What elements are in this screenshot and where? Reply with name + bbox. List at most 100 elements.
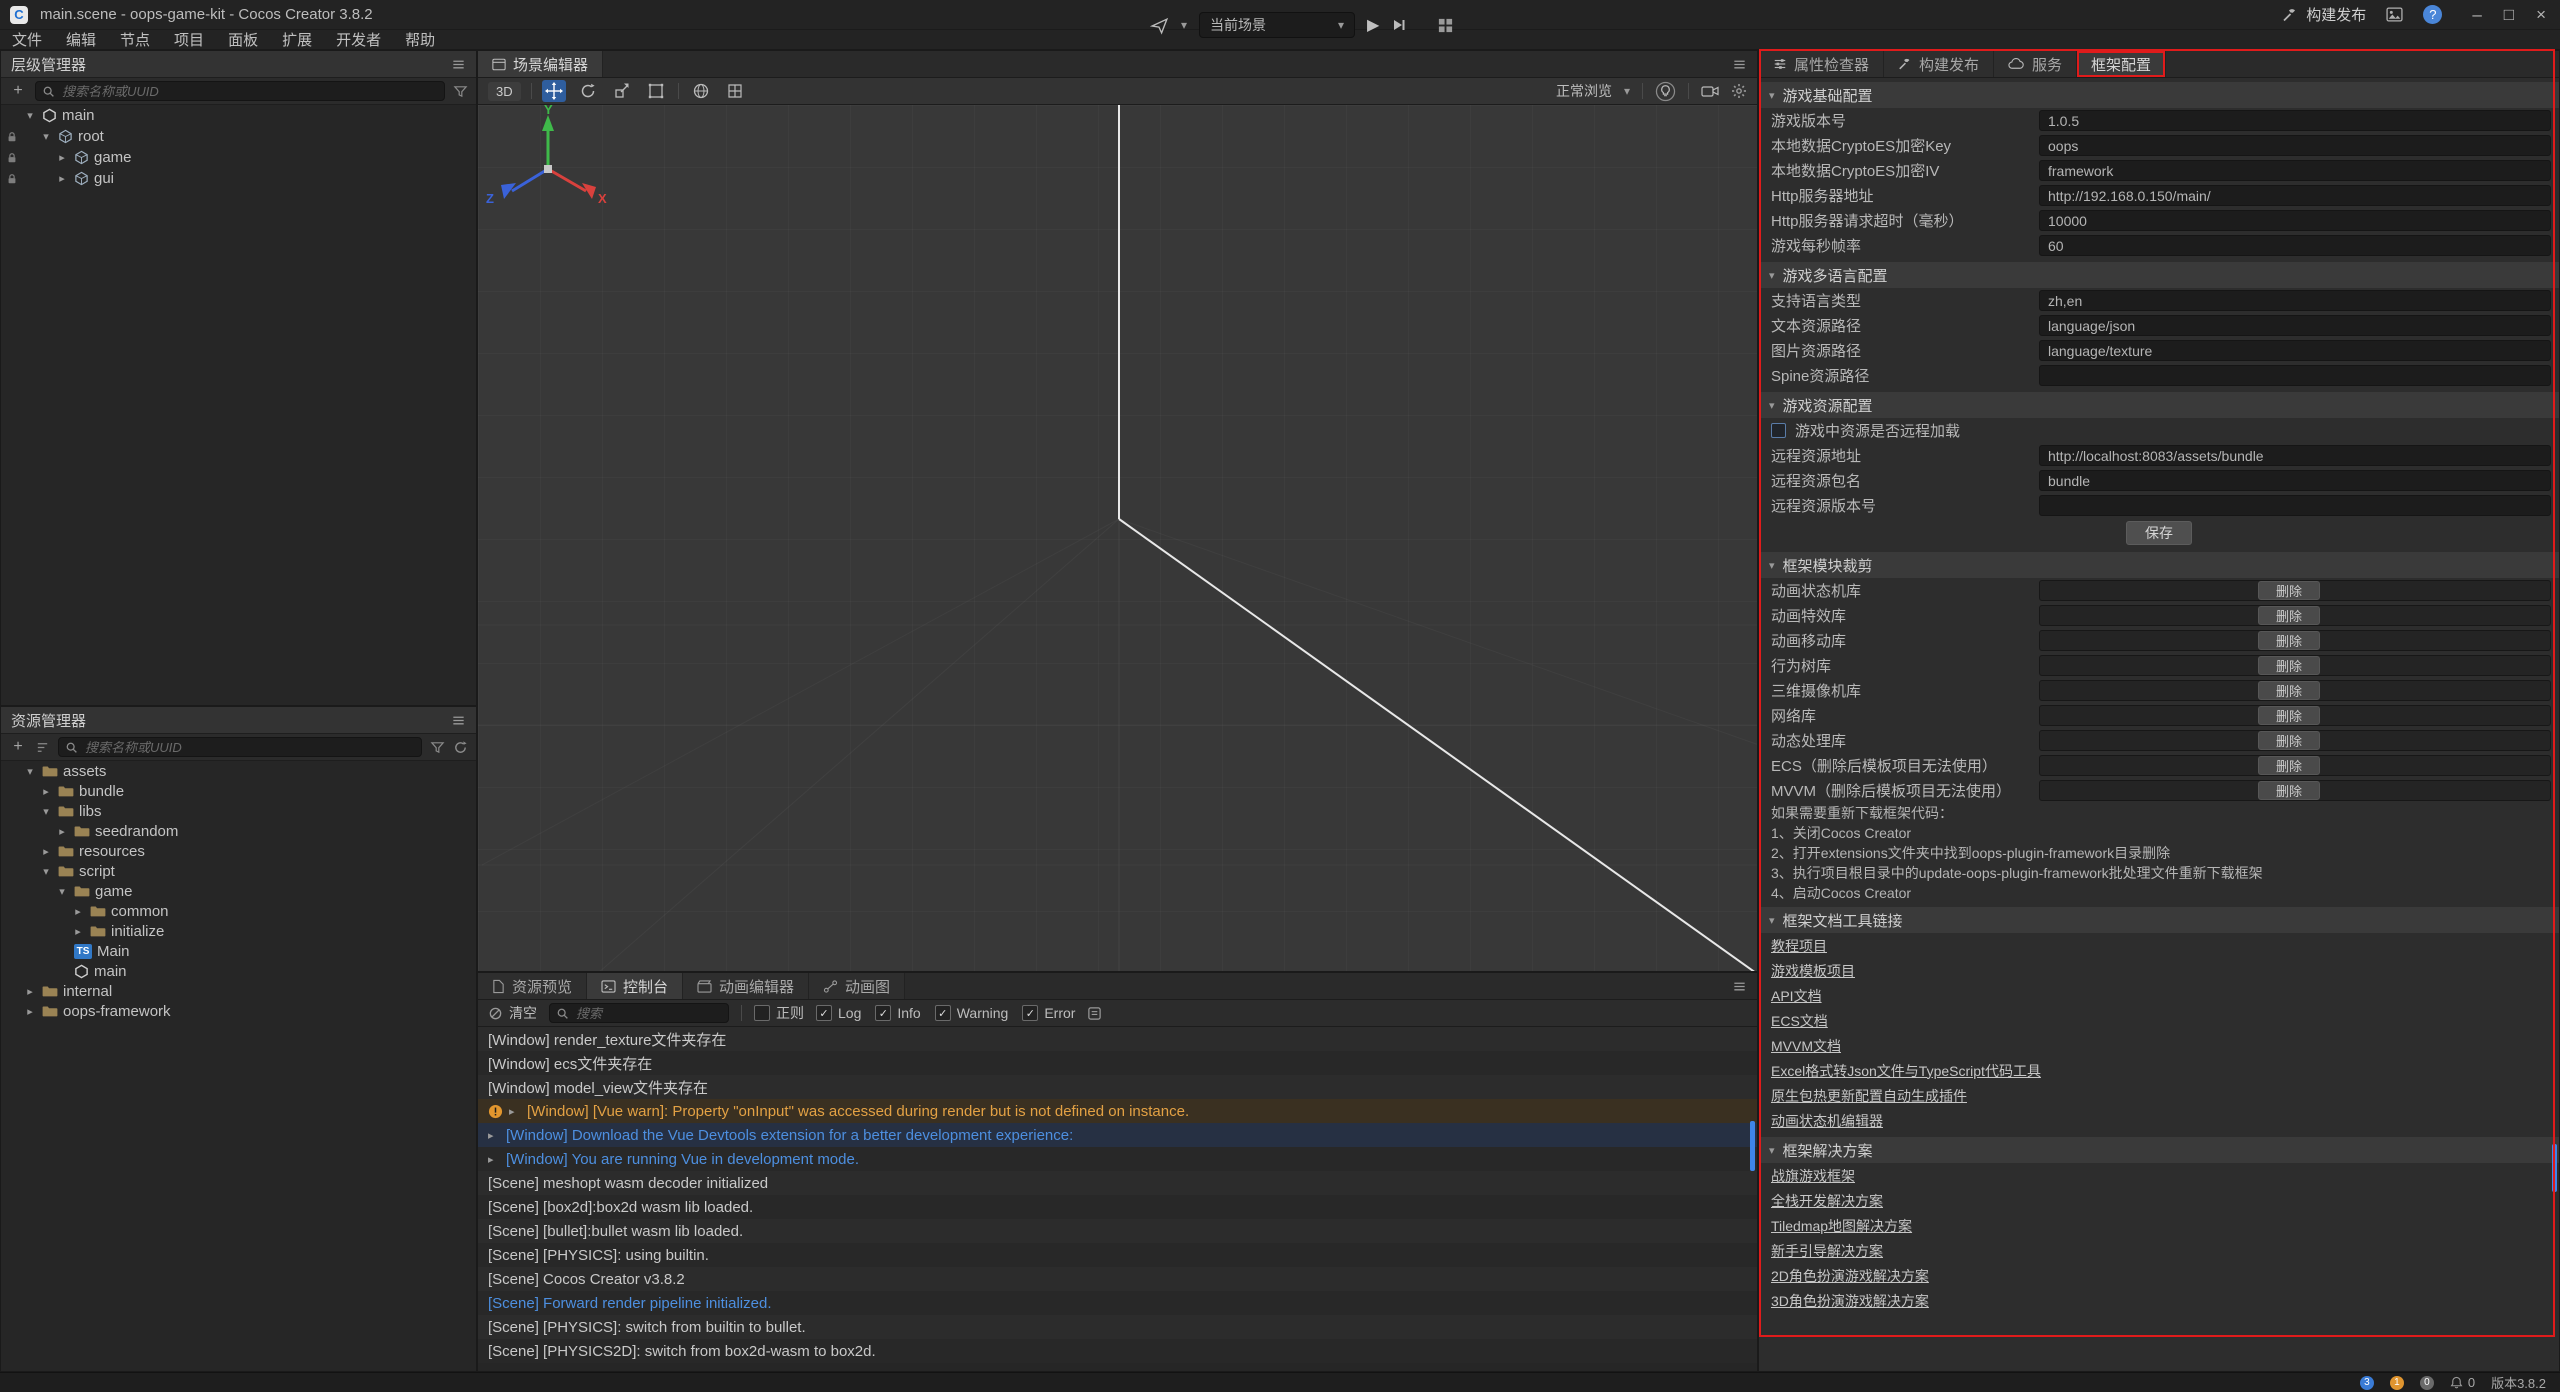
close-button[interactable]: × [2536,5,2546,25]
tab-构建发布[interactable]: 构建发布 [1884,51,1994,77]
tree-item-oops-framework[interactable]: ▸oops-framework [1,1001,476,1021]
tree-item-resources[interactable]: ▸resources [1,841,476,861]
console-scrollbar-thumb[interactable] [1750,1121,1755,1171]
camera-settings-icon[interactable] [1701,84,1719,98]
console-row[interactable]: [Scene] [box2d]:box2d wasm lib loaded. [478,1195,1757,1219]
console-settings-icon[interactable] [1087,1006,1102,1021]
simulator-icon[interactable] [1150,16,1169,35]
section-游戏基础配置[interactable]: ▾游戏基础配置 [1759,82,2559,108]
view-mode-dropdown[interactable]: 正常浏览 [1556,81,1612,101]
remote-load-checkbox[interactable] [1771,423,1786,438]
caret-closed-icon[interactable]: ▸ [71,925,85,938]
caret-closed-icon[interactable]: ▸ [71,905,85,918]
doc-link-动画状态机编辑器[interactable]: 动画状态机编辑器 [1771,1111,1883,1131]
section-游戏资源配置[interactable]: ▾游戏资源配置 [1759,392,2559,418]
input-远程资源版本号[interactable] [2039,495,2551,516]
add-node-button[interactable]: + [9,82,27,100]
caret-open-icon[interactable]: ▾ [39,865,53,878]
expand-arrow-icon[interactable]: ▸ [509,1105,521,1118]
notification-badge[interactable]: 0 [2450,1375,2475,1390]
input-游戏版本号[interactable] [2039,110,2551,131]
error-count-badge[interactable]: 0 [2420,1376,2434,1390]
console-row[interactable]: ▸[Window] You are running Vue in develop… [478,1147,1757,1171]
input-支持语言类型[interactable] [2039,290,2551,311]
tree-item-bundle[interactable]: ▸bundle [1,781,476,801]
play-button[interactable]: ▶ [1367,15,1379,35]
delete-button[interactable]: 删除 [2258,631,2320,650]
caret-open-icon[interactable]: ▾ [23,109,37,122]
expand-arrow-icon[interactable]: ▸ [488,1153,500,1166]
console-row[interactable]: [Scene] [PHYSICS]: switch from builtin t… [478,1315,1757,1339]
caret-closed-icon[interactable]: ▸ [39,785,53,798]
world-space-button[interactable] [689,80,713,102]
doc-link-Tiledmap地图解决方案[interactable]: Tiledmap地图解决方案 [1771,1216,1912,1236]
menu-节点[interactable]: 节点 [108,30,162,50]
hierarchy-search-input[interactable] [60,83,438,100]
delete-button[interactable]: 删除 [2258,656,2320,675]
tree-item-seedrandom[interactable]: ▸seedrandom [1,821,476,841]
assets-filter-icon[interactable] [430,740,445,755]
caret-open-icon[interactable]: ▾ [23,765,37,778]
console-row[interactable]: ▸[Window] Download the Vue Devtools exte… [478,1123,1757,1147]
doc-link-MVVM文档[interactable]: MVVM文档 [1771,1036,1841,1056]
caret-open-icon[interactable]: ▾ [39,130,53,143]
caret-closed-icon[interactable]: ▸ [55,151,69,164]
regex-toggle[interactable]: 正则 [754,1003,804,1023]
tab-框架配置[interactable]: 框架配置 [2077,51,2166,77]
menu-开发者[interactable]: 开发者 [324,30,393,50]
tree-item-assets[interactable]: ▾assets [1,761,476,781]
doc-link-3D角色扮演游戏解决方案[interactable]: 3D角色扮演游戏解决方案 [1771,1291,1929,1311]
tab-控制台[interactable]: 控制台 [587,973,683,999]
tab-动画图[interactable]: 动画图 [809,973,905,999]
menu-帮助[interactable]: 帮助 [393,30,447,50]
inspector-scrollbar-thumb[interactable] [2552,1144,2557,1192]
console-row[interactable]: [Scene] [PHYSICS]: using builtin. [478,1243,1757,1267]
assets-sort-icon[interactable] [35,740,50,755]
delete-button[interactable]: 删除 [2258,731,2320,750]
tree-item-main[interactable]: main [1,961,476,981]
section-游戏多语言配置[interactable]: ▾游戏多语言配置 [1759,262,2559,288]
assets-search-input[interactable] [83,739,415,756]
help-icon[interactable]: ? [2423,5,2442,24]
caret-open-icon[interactable]: ▾ [39,805,53,818]
input-游戏每秒帧率[interactable] [2039,235,2551,256]
input-图片资源路径[interactable] [2039,340,2551,361]
console-menu-icon[interactable] [1732,979,1747,994]
doc-link-API文档[interactable]: API文档 [1771,986,1822,1006]
menu-项目[interactable]: 项目 [162,30,216,50]
filter-Log[interactable]: ✓Log [816,1005,861,1021]
log-count-badge[interactable]: 3 [2360,1376,2374,1390]
menu-文件[interactable]: 文件 [0,30,54,50]
menu-编辑[interactable]: 编辑 [54,30,108,50]
input-本地数据CryptoES加密Key[interactable] [2039,135,2551,156]
scene-menu-icon[interactable] [1732,57,1747,72]
tree-item-Main[interactable]: TSMain [1,941,476,961]
console-row[interactable]: [Window] ecs文件夹存在 [478,1051,1757,1075]
tree-item-libs[interactable]: ▾libs [1,801,476,821]
delete-button[interactable]: 删除 [2258,781,2320,800]
input-Http服务器请求超时（毫秒）[interactable] [2039,210,2551,231]
section-框架模块裁剪[interactable]: ▾框架模块裁剪 [1759,552,2559,578]
doc-link-战旗游戏框架[interactable]: 战旗游戏框架 [1771,1166,1855,1186]
console-row[interactable]: [Scene] Cocos Creator v3.8.2 [478,1267,1757,1291]
rotate-tool-button[interactable] [576,80,600,102]
console-row[interactable]: [Window] render_texture文件夹存在 [478,1027,1757,1051]
grid-snap-button[interactable] [723,80,747,102]
console-row[interactable]: [Scene] [PHYSICS2D]: switch from box2d-w… [478,1339,1757,1363]
layout-grid-icon[interactable] [1437,17,1454,34]
save-button[interactable]: 保存 [2126,521,2192,545]
tree-item-main[interactable]: ▾main [1,105,476,126]
doc-link-新手引导解决方案[interactable]: 新手引导解决方案 [1771,1241,1883,1261]
caret-open-icon[interactable]: ▾ [55,885,69,898]
filter-Error[interactable]: ✓Error [1022,1005,1075,1021]
scale-tool-button[interactable] [610,80,634,102]
console-row[interactable]: [Scene] Forward render pipeline initiali… [478,1291,1757,1315]
input-远程资源包名[interactable] [2039,470,2551,491]
tab-动画编辑器[interactable]: 动画编辑器 [683,973,809,999]
scene-viewport[interactable]: Y X Z [478,105,1757,971]
caret-closed-icon[interactable]: ▸ [55,172,69,185]
menu-面板[interactable]: 面板 [216,30,270,50]
tree-item-game[interactable]: ▾game [1,881,476,901]
tree-item-common[interactable]: ▸common [1,901,476,921]
delete-button[interactable]: 删除 [2258,581,2320,600]
